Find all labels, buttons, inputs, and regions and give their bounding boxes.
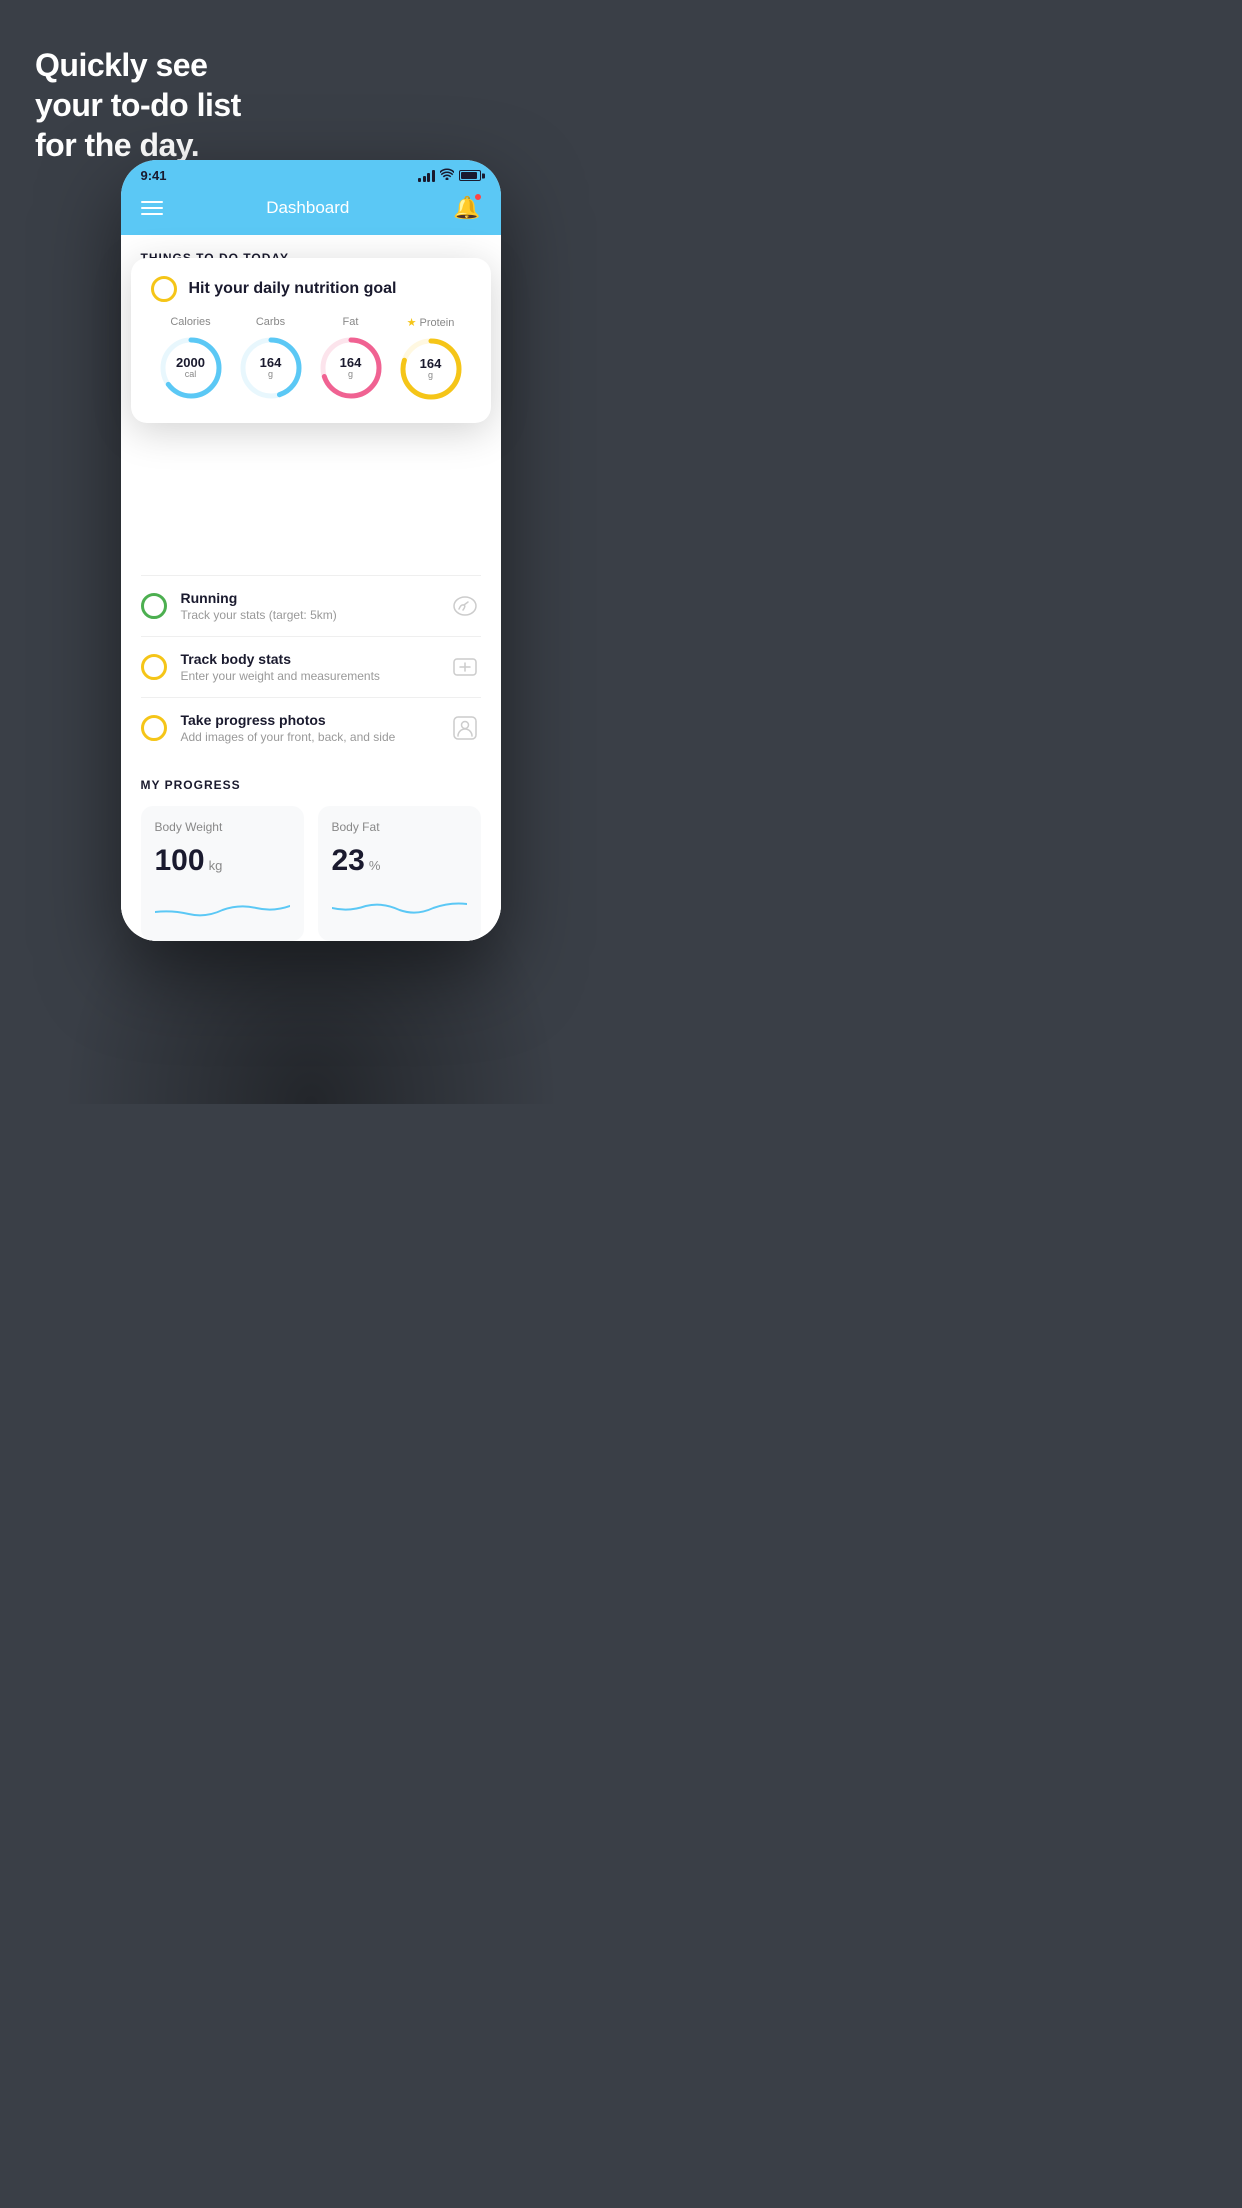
fat-value: 164 g [340, 356, 362, 380]
body-weight-chart [155, 892, 290, 922]
hamburger-menu-button[interactable] [141, 201, 163, 215]
nutrition-card-header: Hit your daily nutrition goal [151, 276, 471, 302]
todo-info-progress-photos: Take progress photos Add images of your … [181, 712, 435, 744]
progress-section: MY PROGRESS Body Weight 100 kg Body Fat … [121, 758, 501, 941]
signal-icon [418, 170, 435, 182]
status-bar: 9:41 [121, 160, 501, 187]
body-fat-chart [332, 892, 467, 922]
app-header: Dashboard 🔔 [121, 187, 501, 235]
todo-subtitle-running: Track your stats (target: 5km) [181, 608, 435, 622]
scale-icon [449, 651, 481, 683]
calories-ring: 2000 cal [157, 334, 225, 402]
body-fat-number: 23 [332, 844, 365, 878]
todo-checkbox-running[interactable] [141, 593, 167, 619]
battery-icon [459, 170, 481, 181]
carbs-value: 164 g [260, 356, 282, 380]
nutrition-card-title: Hit your daily nutrition goal [189, 280, 397, 298]
star-icon: ★ [407, 316, 417, 329]
todo-checkbox-progress-photos[interactable] [141, 715, 167, 741]
body-weight-value: 100 kg [155, 844, 290, 878]
protein-item: ★ Protein 164 g [397, 316, 465, 403]
todo-item-running[interactable]: Running Track your stats (target: 5km) [141, 575, 481, 636]
body-fat-unit: % [369, 858, 381, 873]
calories-label: Calories [170, 316, 210, 328]
todo-title-running: Running [181, 590, 435, 606]
notifications-button[interactable]: 🔔 [453, 195, 480, 221]
body-weight-unit: kg [209, 858, 223, 873]
todo-subtitle-body-stats: Enter your weight and measurements [181, 669, 435, 683]
progress-cards: Body Weight 100 kg Body Fat 23 % [141, 806, 481, 941]
todo-list: Running Track your stats (target: 5km) T… [121, 575, 501, 758]
todo-info-body-stats: Track body stats Enter your weight and m… [181, 651, 435, 683]
body-fat-card[interactable]: Body Fat 23 % [318, 806, 481, 941]
body-weight-number: 100 [155, 844, 205, 878]
notification-badge [474, 193, 482, 201]
carbs-ring: 164 g [237, 334, 305, 402]
body-weight-title: Body Weight [155, 820, 290, 834]
fat-ring: 164 g [317, 334, 385, 402]
header-title: Dashboard [266, 198, 349, 218]
todo-item-progress-photos[interactable]: Take progress photos Add images of your … [141, 697, 481, 758]
calories-value: 2000 cal [176, 356, 205, 380]
protein-label: ★ Protein [407, 316, 455, 329]
protein-ring: 164 g [397, 335, 465, 403]
protein-value: 164 g [420, 357, 442, 381]
wifi-icon [440, 168, 454, 183]
status-icons [418, 168, 481, 183]
todo-title-progress-photos: Take progress photos [181, 712, 435, 728]
nutrition-checkbox[interactable] [151, 276, 177, 302]
hero-text: Quickly see your to-do list for the day. [35, 45, 241, 165]
carbs-item: Carbs 164 g [237, 316, 305, 402]
progress-header: MY PROGRESS [141, 778, 481, 792]
body-fat-title: Body Fat [332, 820, 467, 834]
todo-title-body-stats: Track body stats [181, 651, 435, 667]
todo-item-body-stats[interactable]: Track body stats Enter your weight and m… [141, 636, 481, 697]
fat-label: Fat [343, 316, 359, 328]
status-time: 9:41 [141, 168, 167, 183]
calories-item: Calories 2000 cal [157, 316, 225, 402]
fat-item: Fat 164 g [317, 316, 385, 402]
running-icon [449, 590, 481, 622]
nutrition-card: Hit your daily nutrition goal Calories 2… [131, 258, 491, 423]
body-fat-value: 23 % [332, 844, 467, 878]
todo-checkbox-body-stats[interactable] [141, 654, 167, 680]
todo-subtitle-progress-photos: Add images of your front, back, and side [181, 730, 435, 744]
todo-info-running: Running Track your stats (target: 5km) [181, 590, 435, 622]
nutrition-circles: Calories 2000 cal Carbs [151, 316, 471, 403]
carbs-label: Carbs [256, 316, 285, 328]
body-weight-card[interactable]: Body Weight 100 kg [141, 806, 304, 941]
person-icon [449, 712, 481, 744]
